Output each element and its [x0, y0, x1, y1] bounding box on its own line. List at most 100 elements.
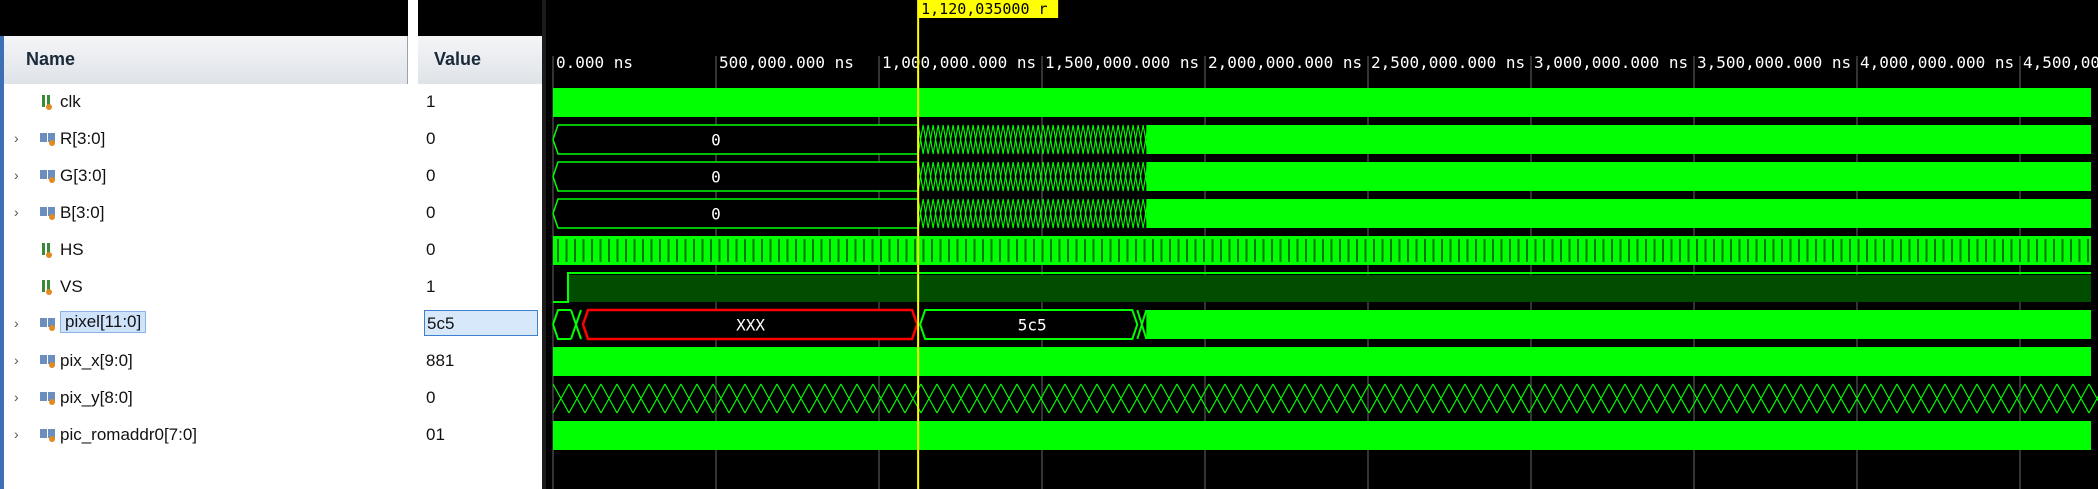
cursor-label: 1,120,035000 r [921, 0, 1047, 18]
signal-name: clk [60, 92, 81, 111]
signal-name: pix_y[8:0] [60, 388, 133, 407]
signal-row[interactable]: › G[3:0] 0 [4, 158, 542, 195]
signal-row[interactable]: › pic_romaddr0[7:0] 01 [4, 417, 542, 454]
bus-signal-icon [38, 315, 58, 333]
signal-value: 1 [426, 277, 436, 296]
waveform-row [552, 383, 2098, 414]
signal-name: pixel[11:0] [60, 311, 147, 333]
signal-row[interactable]: › pix_x[9:0] 881 [4, 343, 542, 380]
waveform-bus-edge [552, 309, 571, 340]
signal-row[interactable]: clk 1 [4, 84, 542, 121]
signal-row[interactable]: › pix_y[8:0] 0 [4, 380, 542, 417]
tick-label: 1,000,000.000 ns [882, 53, 1036, 72]
waveform-row: 0 [552, 161, 2091, 192]
signal-value: 0 [426, 166, 436, 185]
tick-label: 3,000,000.000 ns [1534, 53, 1688, 72]
waveforms: 0 0 0 XXX 5c5 [552, 88, 2098, 450]
bus-signal-icon [38, 204, 58, 222]
chevron-right-icon[interactable]: › [14, 353, 28, 367]
signal-name: B[3:0] [60, 203, 105, 222]
bus-signal-icon [38, 167, 58, 185]
tick-label: 500,000.000 ns [719, 53, 854, 72]
bus-signal-icon [38, 130, 58, 148]
tick-label: 1,500,000.000 ns [1045, 53, 1199, 72]
waveform-bus-segment [552, 124, 919, 155]
signal-row[interactable]: › B[3:0] 0 [4, 195, 542, 232]
chevron-right-icon[interactable]: › [14, 316, 28, 330]
signal-value: 0 [426, 240, 436, 259]
signal-value: 881 [426, 351, 455, 370]
waveform-viewer: Name Value clk 1 › R[3:0] 0 › G[3:0] 0 › B[3:0] 0 H… [0, 0, 2098, 489]
signal-name: HS [60, 240, 84, 259]
bit-signal-icon [38, 93, 58, 111]
waveform-bus-label: XXX [736, 316, 765, 335]
value-column-header[interactable]: Value [418, 36, 542, 84]
bus-signal-icon [38, 426, 58, 444]
waveform-row: 0 [552, 198, 2091, 229]
tick-label: 4,000,000.000 ns [1860, 53, 2014, 72]
time-ruler: 0.000 ns 500,000.000 ns 1,000,000.000 ns 1,… [556, 53, 2098, 72]
tick-label: 0.000 ns [556, 53, 633, 72]
waveform-transitions [570, 309, 582, 340]
waveform-fill [1146, 162, 2091, 191]
waveform-bus-label: 0 [711, 205, 721, 224]
waveform-fill [553, 347, 2091, 376]
signal-row[interactable]: › R[3:0] 0 [4, 121, 542, 158]
bus-signal-icon [38, 389, 58, 407]
waveform-transitions [552, 383, 2098, 414]
tick-label: 3,500,000.000 ns [1697, 53, 1851, 72]
signal-value: 1 [426, 92, 436, 111]
bit-signal-icon [38, 278, 58, 296]
waveform-bus-label: 0 [711, 131, 721, 150]
signal-panel: Name Value clk 1 › R[3:0] 0 › G[3:0] 0 › B[3:0] 0 H… [0, 0, 546, 489]
waveform-bus-segment [552, 198, 919, 229]
signal-row[interactable]: VS 1 [4, 269, 542, 306]
waveform-row [553, 421, 2091, 450]
waveform-fill [553, 421, 2091, 450]
waveform-bus-label: 5c5 [1018, 316, 1047, 335]
signal-value: 0 [426, 129, 436, 148]
waveform-row [553, 88, 2091, 117]
waveform-bus-segment [552, 161, 919, 192]
chevron-right-icon[interactable]: › [14, 131, 28, 145]
waveform-fill [1146, 199, 2091, 228]
waveform-fill [569, 275, 2091, 302]
signal-name: pix_x[9:0] [60, 351, 133, 370]
waveform-row: XXX 5c5 [552, 308, 2091, 341]
waveform-transitions [917, 161, 1149, 192]
value-column-label: Value [434, 49, 482, 69]
waveform-fill [1146, 125, 2091, 154]
waveform-row [553, 272, 2091, 303]
signal-value: 0 [426, 203, 436, 222]
waveform-row [553, 347, 2091, 376]
waveform-transitions [1136, 309, 1148, 340]
chevron-right-icon[interactable]: › [14, 205, 28, 219]
signal-name: pic_romaddr0[7:0] [60, 425, 198, 444]
tick-label: 4,500,000 [2023, 53, 2098, 72]
signal-name: G[3:0] [60, 166, 107, 185]
chevron-right-icon[interactable]: › [14, 390, 28, 404]
signal-value: 0 [426, 388, 436, 407]
signal-row[interactable]: HS 0 [4, 232, 542, 269]
chevron-right-icon[interactable]: › [14, 427, 28, 441]
waveform-transitions [917, 124, 1149, 155]
name-column-label: Name [26, 49, 76, 69]
signal-value[interactable]: 5c5 [424, 310, 538, 336]
waveform-fill [1146, 310, 2091, 339]
waveform-canvas[interactable]: 0.000 ns 500,000.000 ns 1,000,000.000 ns 1,… [546, 0, 2098, 489]
waveform-row: 0 [552, 124, 2091, 155]
bus-signal-icon [38, 352, 58, 370]
tick-label: 2,000,000.000 ns [1208, 53, 1362, 72]
tick-label: 2,500,000.000 ns [1371, 53, 1525, 72]
chevron-right-icon[interactable]: › [14, 168, 28, 182]
name-column-header[interactable]: Name [4, 36, 408, 84]
waveform-transitions [917, 198, 1149, 229]
waveform-bus-label: 0 [711, 168, 721, 187]
panel-top-strip [0, 0, 546, 36]
signal-name: VS [60, 277, 83, 296]
signal-row[interactable]: › pixel[11:0] 5c5 [4, 306, 542, 343]
waveform-fill [553, 88, 2091, 117]
signal-value: 01 [426, 425, 445, 444]
waveform-row [553, 236, 2091, 265]
bit-signal-icon [38, 241, 58, 259]
